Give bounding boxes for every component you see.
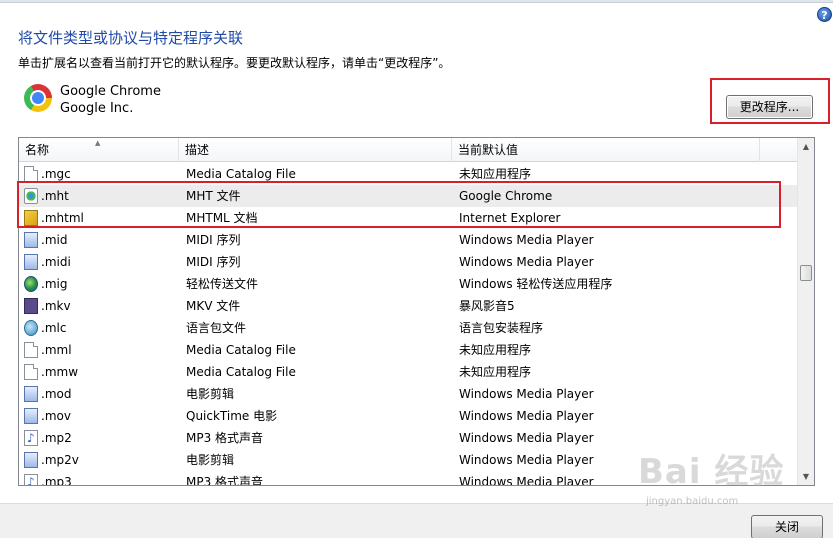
scroll-down-arrow-icon[interactable]: ▼ [798, 468, 814, 485]
language-pack-icon [24, 320, 38, 336]
extension-cell: .mml [41, 343, 72, 357]
chrome-icon [24, 84, 52, 112]
extension-cell: .mlc [41, 321, 67, 335]
extension-cell: .mig [41, 277, 68, 291]
default-program-cell: 未知应用程序 [459, 167, 532, 181]
table-row[interactable]: .mht MHT 文件 Google Chrome [19, 185, 797, 207]
vertical-scrollbar[interactable]: ▲ ▼ [797, 138, 814, 485]
default-program-cell: 语言包安装程序 [459, 321, 544, 335]
audio-file-icon [24, 471, 38, 485]
extension-cell: .midi [41, 255, 71, 269]
description-cell: 轻松传送文件 [186, 277, 259, 291]
description-cell: Media Catalog File [186, 365, 296, 379]
media-file-icon [24, 452, 38, 468]
description-cell: MP3 格式声音 [186, 475, 264, 486]
baidu-watermark-url: jingyan.baidu.com [646, 496, 739, 507]
extension-cell: .mhtml [41, 211, 84, 225]
dialog-subtitle: 单击扩展名以查看当前打开它的默认程序。要更改默认程序，请单击“更改程序”。 [18, 56, 451, 70]
description-cell: 语言包文件 [186, 321, 247, 335]
description-cell: MHTML 文档 [186, 211, 258, 225]
close-button[interactable]: 关闭 [751, 515, 823, 538]
default-program-cell: Internet Explorer [459, 211, 561, 225]
media-file-icon [24, 386, 38, 402]
help-icon[interactable]: ? [817, 7, 832, 22]
table-row[interactable]: .mlc 语言包文件 语言包安装程序 [19, 317, 797, 339]
scroll-up-arrow-icon[interactable]: ▲ [798, 138, 814, 155]
default-program-cell: Windows Media Player [459, 255, 594, 269]
scrollbar-thumb[interactable] [800, 265, 812, 281]
transfer-globe-icon [24, 276, 38, 292]
extension-cell: .mkv [41, 299, 71, 313]
table-row[interactable]: .mid MIDI 序列 Windows Media Player [19, 229, 797, 251]
table-row[interactable]: .midi MIDI 序列 Windows Media Player [19, 251, 797, 273]
description-cell: MIDI 序列 [186, 233, 241, 247]
extension-cell: .mgc [41, 167, 71, 181]
blank-file-icon [24, 166, 38, 182]
file-type-list[interactable]: 名称 ▲ 描述 当前默认值 .mgc Media Catalog File 未知应用… [18, 137, 815, 486]
list-header: 名称 ▲ 描述 当前默认值 [19, 138, 797, 162]
extension-cell: .mp2 [41, 431, 72, 445]
ie-file-icon [24, 210, 38, 226]
extension-cell: .mod [41, 387, 72, 401]
column-header-current-default[interactable]: 当前默认值 [452, 138, 760, 162]
extension-cell: .mmw [41, 365, 79, 379]
current-app-company: Google Inc. [60, 101, 134, 116]
table-row[interactable]: .mov QuickTime 电影 Windows Media Player [19, 405, 797, 427]
default-program-cell: Windows Media Player [459, 233, 594, 247]
extension-cell: .mp3 [41, 475, 72, 486]
column-header-description[interactable]: 描述 [179, 138, 452, 162]
blank-file-icon [24, 342, 38, 358]
window-top-edge [0, 0, 833, 3]
extension-cell: .mov [41, 409, 71, 423]
default-program-cell: Windows Media Player [459, 453, 594, 467]
dialog-title: 将文件类型或协议与特定程序关联 [18, 29, 244, 47]
extension-cell: .mht [41, 189, 69, 203]
description-cell: Media Catalog File [186, 343, 296, 357]
baidu-watermark: Bai 经验 [638, 452, 785, 492]
default-program-cell: Windows Media Player [459, 431, 594, 445]
default-program-cell: Windows Media Player [459, 387, 594, 401]
change-program-button[interactable]: 更改程序... [726, 95, 813, 119]
description-cell: MKV 文件 [186, 299, 241, 313]
media-file-icon [24, 408, 38, 424]
chrome-file-icon [24, 188, 38, 204]
mkv-icon [24, 298, 38, 314]
column-header-name[interactable]: 名称 ▲ [19, 138, 179, 162]
default-program-cell: 暴风影音5 [459, 299, 515, 313]
default-program-cell: Windows Media Player [459, 409, 594, 423]
default-program-cell: Windows Media Player [459, 475, 594, 486]
description-cell: MP3 格式声音 [186, 431, 264, 445]
table-row[interactable]: .mhtml MHTML 文档 Internet Explorer [19, 207, 797, 229]
table-row[interactable]: .mml Media Catalog File 未知应用程序 [19, 339, 797, 361]
default-program-cell: Google Chrome [459, 189, 553, 203]
media-file-icon [24, 232, 38, 248]
extension-cell: .mp2v [41, 453, 79, 467]
default-program-cell: 未知应用程序 [459, 365, 532, 379]
extension-cell: .mid [41, 233, 68, 247]
dialog-footer [0, 503, 833, 538]
audio-file-icon [24, 427, 38, 449]
table-row[interactable]: .mmw Media Catalog File 未知应用程序 [19, 361, 797, 383]
description-cell: MIDI 序列 [186, 255, 241, 269]
description-cell: 电影剪辑 [186, 453, 235, 467]
current-app-name: Google Chrome [60, 84, 161, 99]
table-row[interactable]: .mgc Media Catalog File 未知应用程序 [19, 163, 797, 185]
description-cell: QuickTime 电影 [186, 409, 278, 423]
column-label-name: 名称 [25, 143, 50, 157]
table-row[interactable]: .mig 轻松传送文件 Windows 轻松传送应用程序 [19, 273, 797, 295]
table-row[interactable]: .mod 电影剪辑 Windows Media Player [19, 383, 797, 405]
sort-ascending-icon: ▲ [95, 139, 101, 147]
description-cell: Media Catalog File [186, 167, 296, 181]
default-program-cell: Windows 轻松传送应用程序 [459, 277, 613, 291]
table-row[interactable]: .mkv MKV 文件 暴风影音5 [19, 295, 797, 317]
blank-file-icon [24, 364, 38, 380]
default-program-cell: 未知应用程序 [459, 343, 532, 357]
description-cell: MHT 文件 [186, 189, 241, 203]
media-file-icon [24, 254, 38, 270]
description-cell: 电影剪辑 [186, 387, 235, 401]
